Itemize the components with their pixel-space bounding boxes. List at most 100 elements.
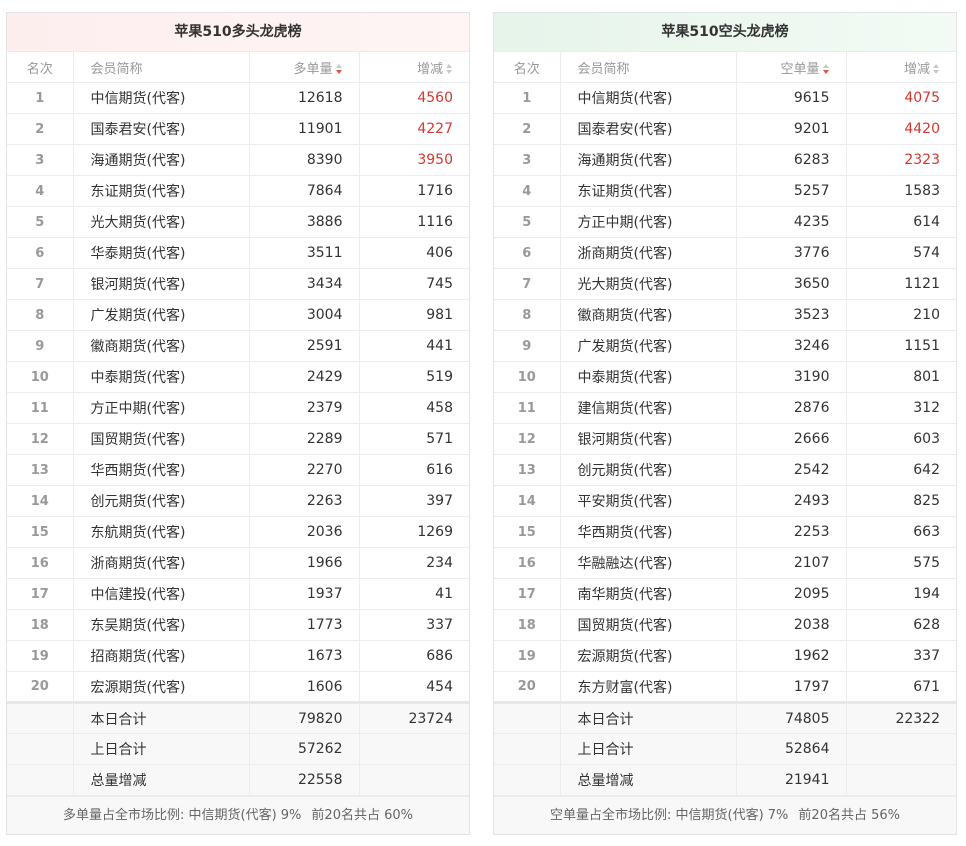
member-name-cell[interactable]: 创元期货(代客) [559, 454, 736, 486]
member-name-cell[interactable]: 宏源期货(代客) [559, 640, 736, 672]
member-name-cell[interactable]: 徽商期货(代客) [559, 299, 736, 331]
member-name-cell[interactable]: 浙商期货(代客) [559, 237, 736, 269]
table-row[interactable]: 1 中信期货(代客) 12618 4560 [7, 82, 469, 114]
member-name-cell[interactable]: 东方财富(代客) [559, 671, 736, 703]
member-name-cell[interactable]: 海通期货(代客) [72, 144, 249, 176]
member-name-cell[interactable]: 华融融达(代客) [559, 547, 736, 579]
sort-desc-icon[interactable] [335, 63, 343, 74]
member-name-cell[interactable]: 国泰君安(代客) [72, 113, 249, 145]
member-name-cell[interactable]: 银河期货(代客) [559, 423, 736, 455]
member-name-cell[interactable]: 广发期货(代客) [72, 299, 249, 331]
table-row[interactable]: 17 南华期货(代客) 2095 194 [494, 578, 956, 610]
member-name-cell[interactable]: 华西期货(代客) [72, 454, 249, 486]
volume-cell: 2038 [735, 609, 846, 641]
member-name-cell[interactable]: 海通期货(代客) [559, 144, 736, 176]
member-name-cell[interactable]: 国贸期货(代客) [559, 609, 736, 641]
member-name-cell[interactable]: 中信期货(代客) [559, 82, 736, 114]
table-row[interactable]: 2 国泰君安(代客) 11901 4227 [7, 113, 469, 145]
table-row[interactable]: 19 宏源期货(代客) 1962 337 [494, 640, 956, 672]
table-row[interactable]: 19 招商期货(代客) 1673 686 [7, 640, 469, 672]
table-row[interactable]: 15 华西期货(代客) 2253 663 [494, 516, 956, 548]
member-name-cell[interactable]: 中信期货(代客) [72, 82, 249, 114]
table-row[interactable]: 5 方正中期(代客) 4235 614 [494, 206, 956, 238]
change-cell: 801 [845, 361, 956, 393]
table-row[interactable]: 3 海通期货(代客) 6283 2323 [494, 144, 956, 176]
table-row[interactable]: 2 国泰君安(代客) 9201 4420 [494, 113, 956, 145]
member-name-cell[interactable]: 平安期货(代客) [559, 485, 736, 517]
member-name-cell[interactable]: 光大期货(代客) [559, 268, 736, 300]
table-row[interactable]: 18 东吴期货(代客) 1773 337 [7, 609, 469, 641]
member-name-cell[interactable]: 方正中期(代客) [72, 392, 249, 424]
member-name-cell[interactable]: 中信建投(代客) [72, 578, 249, 610]
table-row[interactable]: 11 建信期货(代客) 2876 312 [494, 392, 956, 424]
member-name-cell[interactable]: 东证期货(代客) [559, 175, 736, 207]
member-name-cell[interactable]: 招商期货(代客) [72, 640, 249, 672]
table-row[interactable]: 14 创元期货(代客) 2263 397 [7, 485, 469, 517]
table-row[interactable]: 12 国贸期货(代客) 2289 571 [7, 423, 469, 455]
totals-change-cell: 22322 [845, 701, 956, 734]
rank-cell: 5 [7, 206, 73, 238]
member-name-cell[interactable]: 国贸期货(代客) [72, 423, 249, 455]
member-name-cell[interactable]: 浙商期货(代客) [72, 547, 249, 579]
short-change-header[interactable]: 增减 [845, 51, 956, 83]
short-volume-header[interactable]: 空单量 [735, 51, 846, 83]
totals-row: 本日合计 79820 23724 [7, 701, 469, 734]
member-name-cell[interactable]: 创元期货(代客) [72, 485, 249, 517]
member-name-cell[interactable]: 徽商期货(代客) [72, 330, 249, 362]
totals-volume-cell: 79820 [248, 701, 359, 734]
member-name-cell[interactable]: 中泰期货(代客) [72, 361, 249, 393]
table-row[interactable]: 1 中信期货(代客) 9615 4075 [494, 82, 956, 114]
member-name-cell[interactable]: 南华期货(代客) [559, 578, 736, 610]
member-name-cell[interactable]: 中泰期货(代客) [559, 361, 736, 393]
member-name-cell[interactable]: 华西期货(代客) [559, 516, 736, 548]
rank-cell: 8 [494, 299, 560, 331]
member-name-cell[interactable]: 东航期货(代客) [72, 516, 249, 548]
member-name-cell[interactable]: 光大期货(代客) [72, 206, 249, 238]
table-row[interactable]: 17 中信建投(代客) 1937 41 [7, 578, 469, 610]
table-row[interactable]: 8 徽商期货(代客) 3523 210 [494, 299, 956, 331]
member-name-cell[interactable]: 国泰君安(代客) [559, 113, 736, 145]
table-row[interactable]: 7 光大期货(代客) 3650 1121 [494, 268, 956, 300]
table-row[interactable]: 6 华泰期货(代客) 3511 406 [7, 237, 469, 269]
table-row[interactable]: 6 浙商期货(代客) 3776 574 [494, 237, 956, 269]
member-name-cell[interactable]: 建信期货(代客) [559, 392, 736, 424]
table-row[interactable]: 18 国贸期货(代客) 2038 628 [494, 609, 956, 641]
member-name-cell[interactable]: 东证期货(代客) [72, 175, 249, 207]
table-row[interactable]: 4 东证期货(代客) 7864 1716 [7, 175, 469, 207]
member-name-cell[interactable]: 广发期货(代客) [559, 330, 736, 362]
table-row[interactable]: 3 海通期货(代客) 8390 3950 [7, 144, 469, 176]
table-row[interactable]: 20 东方财富(代客) 1797 671 [494, 671, 956, 703]
table-row[interactable]: 16 浙商期货(代客) 1966 234 [7, 547, 469, 579]
sort-icon[interactable] [932, 63, 940, 74]
totals-change-cell [845, 764, 956, 796]
member-name-cell[interactable]: 东吴期货(代客) [72, 609, 249, 641]
sort-desc-icon[interactable] [822, 63, 830, 74]
table-row[interactable]: 9 徽商期货(代客) 2591 441 [7, 330, 469, 362]
table-row[interactable]: 8 广发期货(代客) 3004 981 [7, 299, 469, 331]
table-row[interactable]: 10 中泰期货(代客) 3190 801 [494, 361, 956, 393]
member-name-cell[interactable]: 华泰期货(代客) [72, 237, 249, 269]
member-name-cell[interactable]: 宏源期货(代客) [72, 671, 249, 703]
table-row[interactable]: 13 创元期货(代客) 2542 642 [494, 454, 956, 486]
rank-cell: 17 [7, 578, 73, 610]
table-row[interactable]: 10 中泰期货(代客) 2429 519 [7, 361, 469, 393]
table-row[interactable]: 11 方正中期(代客) 2379 458 [7, 392, 469, 424]
table-row[interactable]: 4 东证期货(代客) 5257 1583 [494, 175, 956, 207]
change-cell: 519 [358, 361, 469, 393]
table-row[interactable]: 14 平安期货(代客) 2493 825 [494, 485, 956, 517]
table-row[interactable]: 7 银河期货(代客) 3434 745 [7, 268, 469, 300]
long-change-header-label: 增减 [416, 61, 443, 77]
table-row[interactable]: 20 宏源期货(代客) 1606 454 [7, 671, 469, 703]
table-row[interactable]: 13 华西期货(代客) 2270 616 [7, 454, 469, 486]
table-row[interactable]: 9 广发期货(代客) 3246 1151 [494, 330, 956, 362]
member-name-cell[interactable]: 方正中期(代客) [559, 206, 736, 238]
change-cell: 663 [845, 516, 956, 548]
long-volume-header[interactable]: 多单量 [248, 51, 359, 83]
table-row[interactable]: 5 光大期货(代客) 3886 1116 [7, 206, 469, 238]
table-row[interactable]: 15 东航期货(代客) 2036 1269 [7, 516, 469, 548]
long-change-header[interactable]: 增减 [358, 51, 469, 83]
table-row[interactable]: 16 华融融达(代客) 2107 575 [494, 547, 956, 579]
member-name-cell[interactable]: 银河期货(代客) [72, 268, 249, 300]
table-row[interactable]: 12 银河期货(代客) 2666 603 [494, 423, 956, 455]
sort-icon[interactable] [445, 63, 453, 74]
